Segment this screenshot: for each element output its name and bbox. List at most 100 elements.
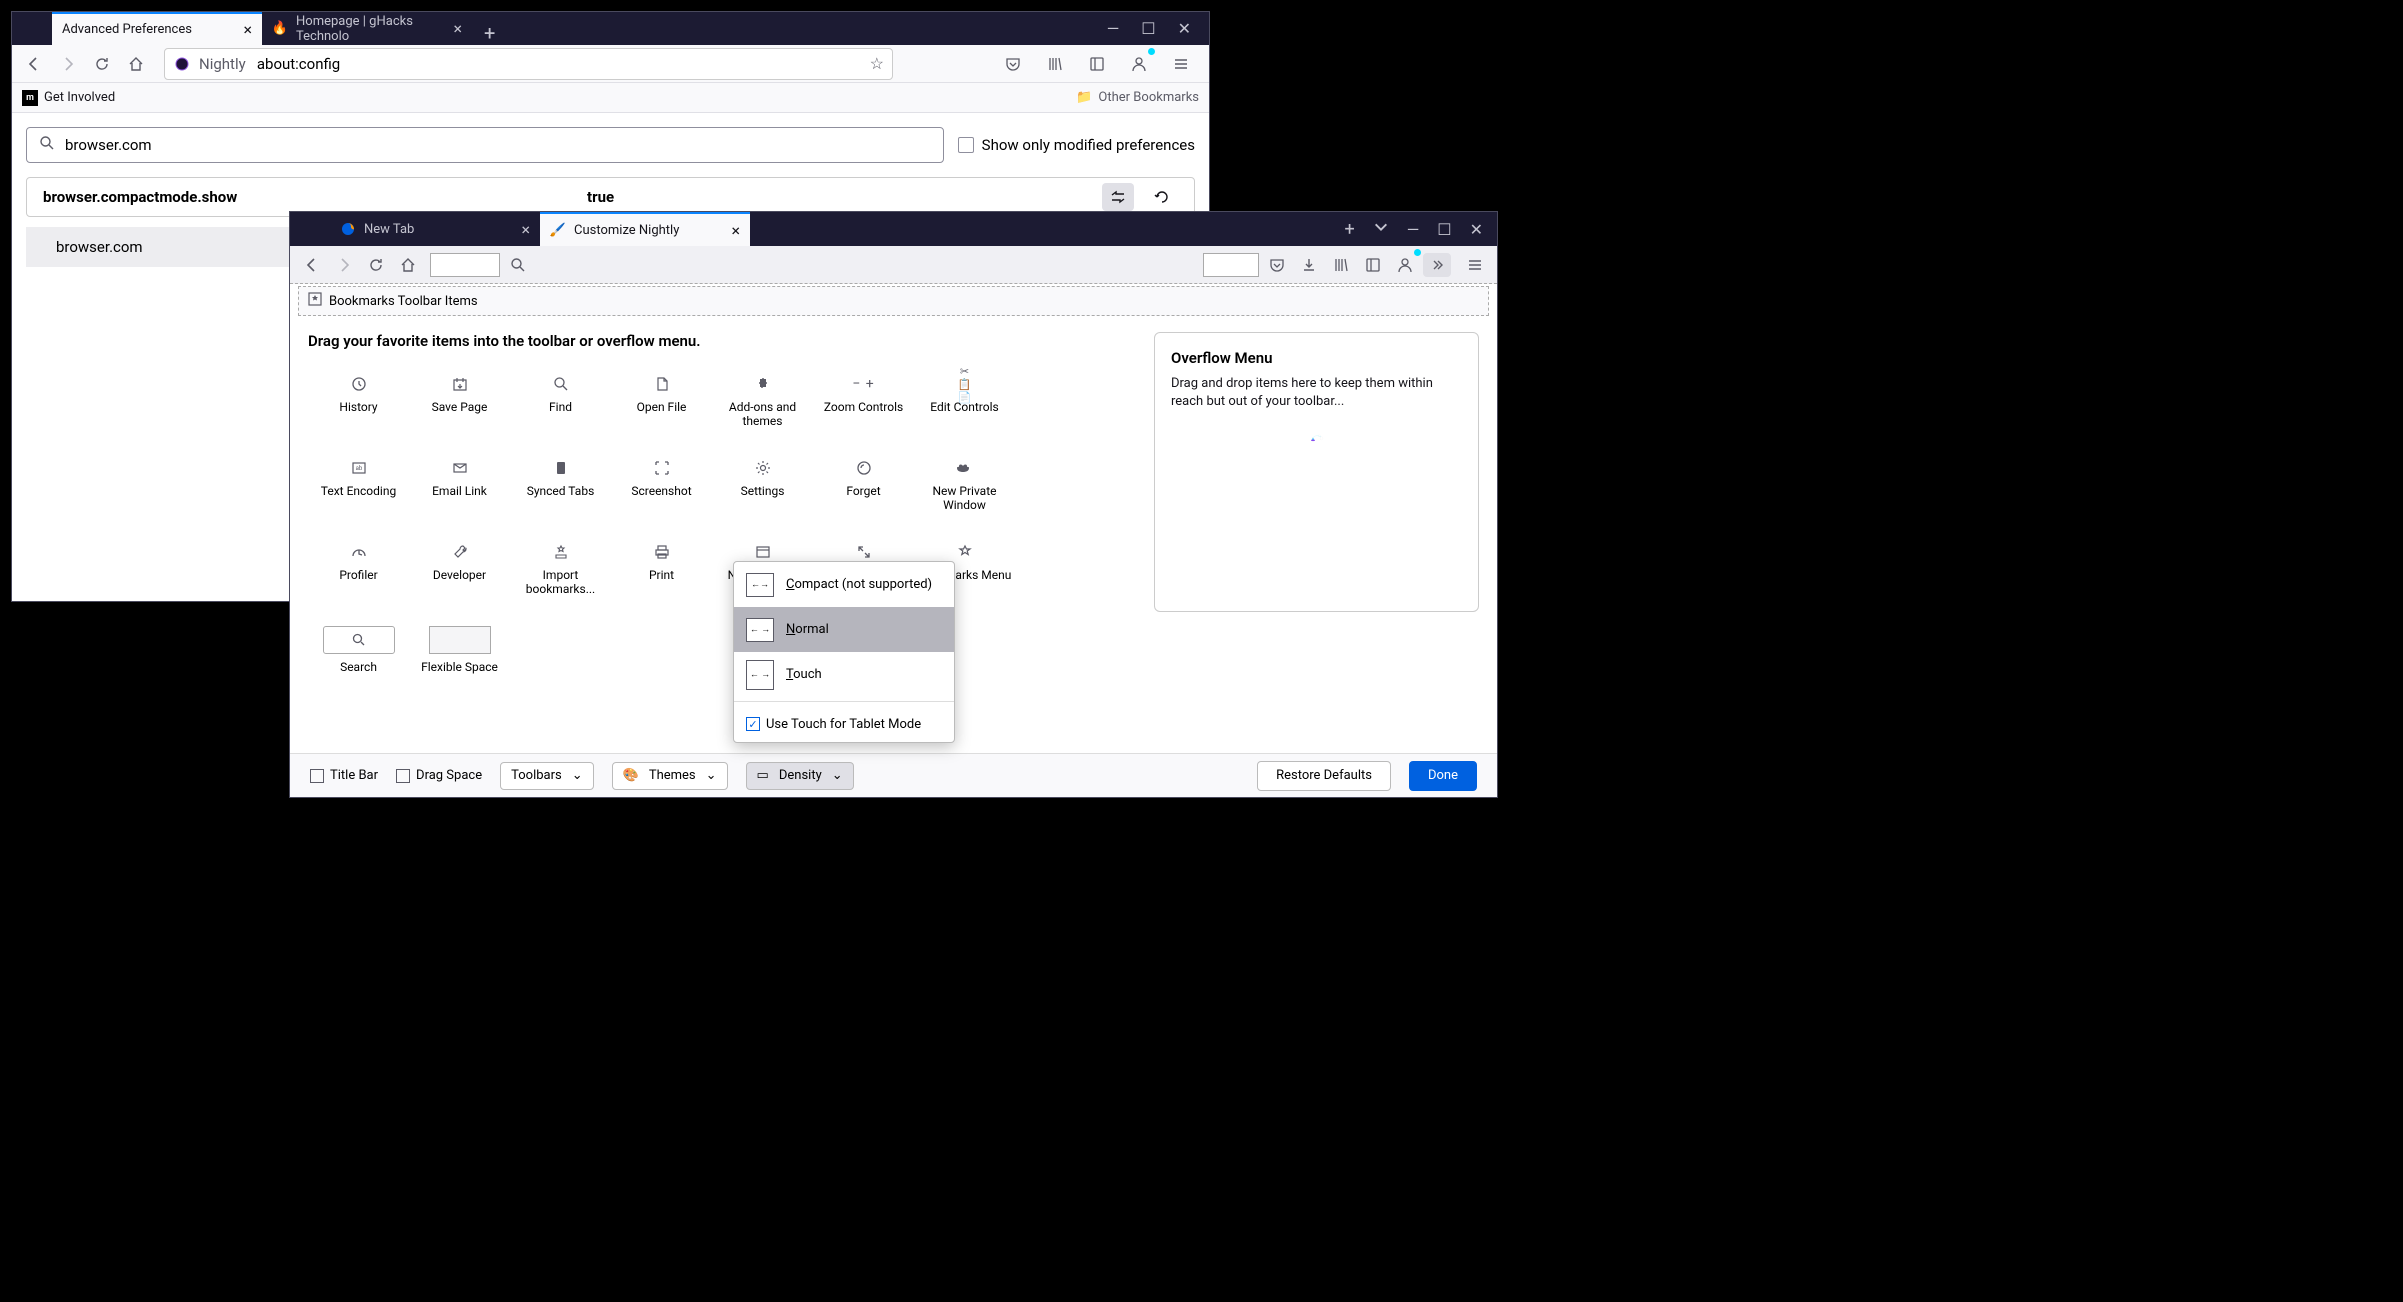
item-search[interactable]: Search (308, 620, 409, 696)
item-synced-tabs[interactable]: Synced Tabs (510, 452, 611, 528)
back-button[interactable] (298, 251, 326, 279)
close-icon[interactable]: × (243, 20, 252, 39)
done-button[interactable]: Done (1409, 761, 1477, 791)
overflow-desc: Drag and drop items here to keep them wi… (1171, 375, 1462, 411)
maximize-icon[interactable]: ☐ (1437, 220, 1451, 239)
sidebar-icon[interactable] (1359, 251, 1387, 279)
home-button[interactable] (122, 50, 150, 78)
item-edit[interactable]: ✂📋📄Edit Controls (914, 368, 1015, 444)
bookmark-label: Get Involved (44, 90, 115, 105)
search-icon[interactable] (504, 251, 532, 279)
item-find[interactable]: Find (510, 368, 611, 444)
library-icon[interactable] (1327, 251, 1355, 279)
forward-button[interactable] (330, 251, 358, 279)
item-private-window[interactable]: New Private Window (914, 452, 1015, 528)
density-menu: ←→ Compact (not supported) ← → Normal ← … (733, 561, 955, 743)
customize-main: Drag your favorite items into the toolba… (308, 332, 1134, 696)
search-text: browser.com (65, 136, 152, 154)
tab-strip: Advanced Preferences × 🔥 Homepage | gHac… (52, 12, 472, 45)
new-tab-button[interactable]: + (472, 21, 507, 45)
toolbar-icons (999, 50, 1201, 78)
zoom-icon: − + (854, 374, 874, 394)
item-open-file[interactable]: Open File (611, 368, 712, 444)
url-text: Nightly about:config (199, 55, 862, 73)
bookmark-get-involved[interactable]: m Get Involved (22, 90, 115, 106)
reload-button[interactable] (88, 50, 116, 78)
maximize-icon[interactable]: ☐ (1141, 19, 1155, 38)
titlebar-checkbox[interactable]: Title Bar (310, 768, 378, 783)
screenshot-icon (652, 458, 672, 478)
pocket-icon[interactable] (1263, 251, 1291, 279)
flexible-space-placeholder[interactable] (1203, 253, 1259, 277)
close-icon[interactable]: ✕ (1470, 220, 1483, 239)
overflow-button[interactable] (1423, 253, 1451, 277)
back-button[interactable] (20, 50, 48, 78)
density-touch-tablet-checkbox[interactable]: ✓ Use Touch for Tablet Mode (734, 706, 954, 742)
pref-search-input[interactable]: browser.com (26, 127, 944, 163)
density-touch[interactable]: ← → Touch (734, 652, 954, 697)
library-icon[interactable] (1041, 50, 1069, 78)
nightly-icon (173, 55, 191, 73)
density-dropdown[interactable]: ▭Density⌄ (746, 762, 854, 790)
item-addons[interactable]: Add-ons and themes (712, 368, 813, 444)
edit-icon: ✂📋📄 (955, 374, 975, 394)
item-profiler[interactable]: Profiler (308, 536, 409, 612)
menu-icon[interactable] (1461, 251, 1489, 279)
close-icon[interactable]: × (521, 220, 530, 239)
downloads-icon[interactable] (1295, 251, 1323, 279)
customize-window: New Tab × 🖌️ Customize Nightly × + — ☐ ✕ (289, 211, 1498, 798)
reload-button[interactable] (362, 251, 390, 279)
item-import-bookmarks[interactable]: Import bookmarks... (510, 536, 611, 612)
all-tabs-icon[interactable] (1373, 219, 1389, 239)
forward-button[interactable] (54, 50, 82, 78)
url-bar[interactable]: Nightly about:config ☆ (164, 48, 893, 80)
restore-defaults-button[interactable]: Restore Defaults (1257, 761, 1391, 791)
close-icon[interactable]: × (731, 221, 740, 240)
tab-ghacks[interactable]: 🔥 Homepage | gHacks Technolo × (262, 12, 472, 45)
account-icon[interactable] (1125, 50, 1153, 78)
url-bar-placeholder[interactable] (430, 253, 500, 277)
bookmark-star-icon[interactable]: ☆ (870, 54, 884, 73)
item-email-link[interactable]: Email Link (409, 452, 510, 528)
item-screenshot[interactable]: Screenshot (611, 452, 712, 528)
item-zoom[interactable]: − +Zoom Controls (813, 368, 914, 444)
themes-dropdown[interactable]: 🎨Themes⌄ (612, 762, 728, 790)
item-developer[interactable]: Developer (409, 536, 510, 612)
tab-new-tab[interactable]: New Tab × (330, 212, 540, 246)
customize-footer: Title Bar Drag Space Toolbars⌄ 🎨Themes⌄ … (290, 753, 1497, 797)
item-forget[interactable]: Forget (813, 452, 914, 528)
item-text-encoding[interactable]: abText Encoding (308, 452, 409, 528)
minimize-icon[interactable]: — (1107, 19, 1120, 38)
chevron-down-icon: ⌄ (706, 768, 717, 783)
density-normal[interactable]: ← → Normal (734, 607, 954, 652)
item-settings[interactable]: Settings (712, 452, 813, 528)
tab-advanced-preferences[interactable]: Advanced Preferences × (52, 12, 262, 45)
toolbars-dropdown[interactable]: Toolbars⌄ (500, 762, 594, 790)
close-icon[interactable]: × (453, 19, 462, 38)
pref-suggestion: browser.com (56, 238, 143, 256)
sidebar-icon[interactable] (1083, 50, 1111, 78)
home-button[interactable] (394, 251, 422, 279)
overflow-title: Overflow Menu (1171, 349, 1462, 367)
titlebar: New Tab × 🖌️ Customize Nightly × + — ☐ ✕ (290, 212, 1497, 246)
item-print[interactable]: Print (611, 536, 712, 612)
bookmarks-toolbar[interactable]: Bookmarks Toolbar Items (298, 286, 1489, 316)
pref-suggestion-row[interactable]: browser.com (26, 227, 293, 267)
minimize-icon[interactable]: — (1407, 220, 1420, 239)
item-history[interactable]: History (308, 368, 409, 444)
other-bookmarks[interactable]: 📁 Other Bookmarks (1076, 90, 1199, 105)
density-compact[interactable]: ←→ Compact (not supported) (734, 562, 954, 607)
toggle-button[interactable] (1102, 183, 1134, 211)
new-tab-button[interactable]: + (1345, 219, 1355, 240)
menu-icon[interactable] (1167, 50, 1195, 78)
item-save-page[interactable]: Save Page (409, 368, 510, 444)
dragspace-checkbox[interactable]: Drag Space (396, 768, 482, 783)
tab-customize[interactable]: 🖌️ Customize Nightly × (540, 212, 750, 246)
item-flexible-space[interactable]: Flexible Space (409, 620, 510, 696)
reset-button[interactable] (1146, 183, 1178, 211)
account-icon[interactable] (1391, 251, 1419, 279)
show-modified-checkbox[interactable]: Show only modified preferences (958, 136, 1195, 154)
pocket-icon[interactable] (999, 50, 1027, 78)
close-icon[interactable]: ✕ (1178, 19, 1191, 38)
file-icon (652, 374, 672, 394)
